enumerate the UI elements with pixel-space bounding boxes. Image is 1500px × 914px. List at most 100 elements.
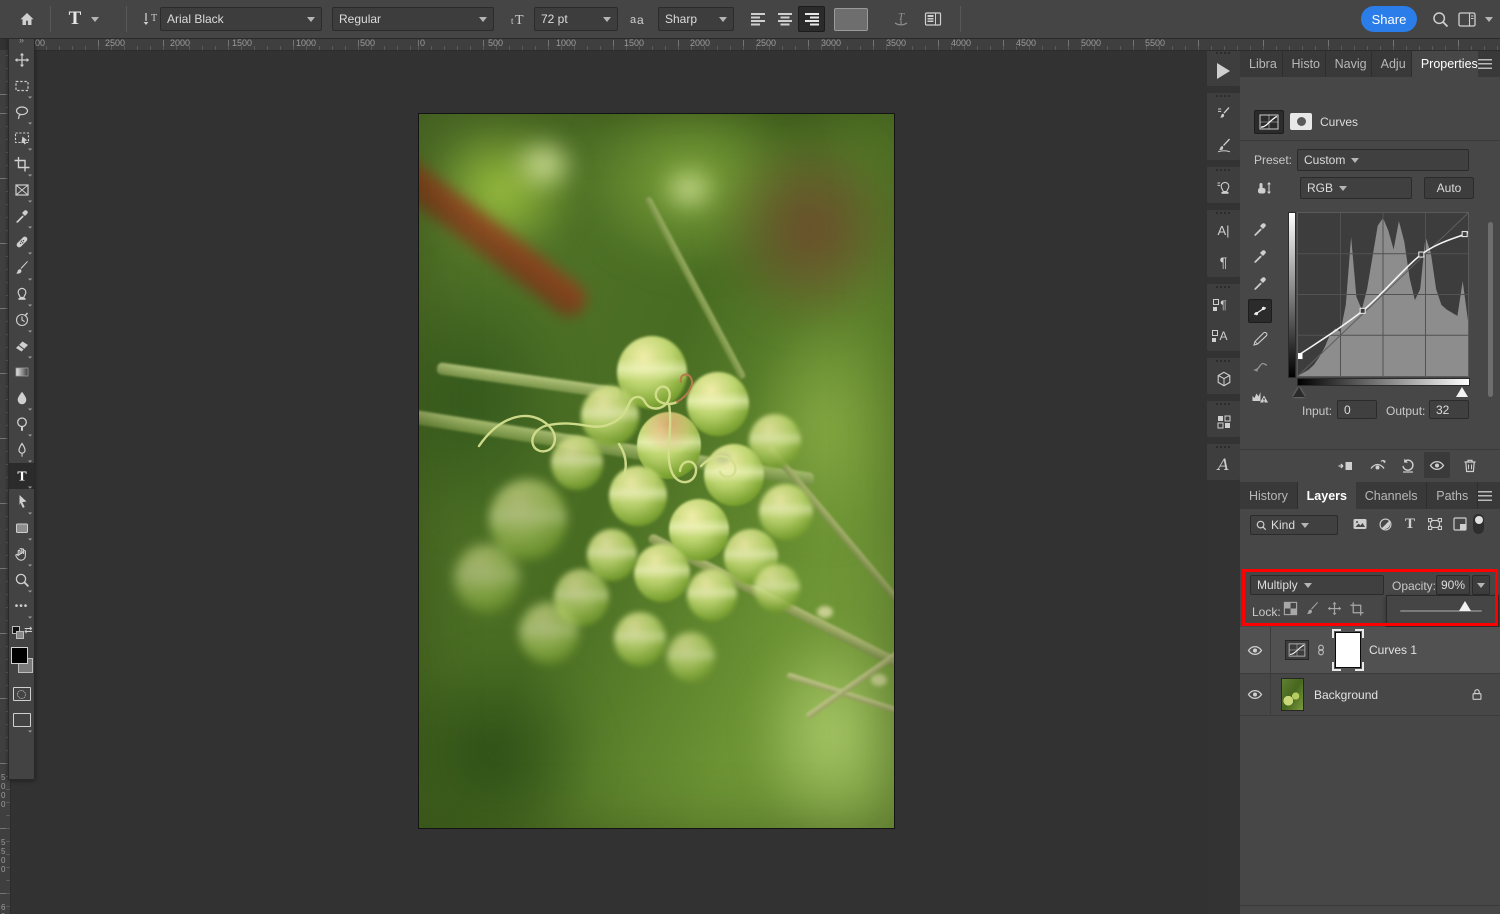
black-point-eyedropper-icon[interactable] (1248, 217, 1272, 241)
tool-more-options[interactable]: ••• (9, 593, 34, 619)
filter-shape-icon[interactable] (1425, 515, 1445, 533)
tab-navigator[interactable]: Navig (1326, 50, 1372, 77)
preset-select[interactable]: Custom (1297, 149, 1469, 171)
delete-adjustment-icon[interactable] (1458, 454, 1482, 478)
layer-mask-icon[interactable] (1290, 113, 1312, 130)
tool-pen[interactable] (9, 437, 34, 463)
tool-blur[interactable] (9, 385, 34, 411)
clone-source-panel-icon[interactable] (1207, 172, 1240, 203)
layer-row-curves[interactable]: Curves 1 (1240, 627, 1500, 674)
share-button[interactable]: Share (1361, 6, 1417, 32)
tab-history[interactable]: History (1240, 482, 1298, 509)
tool-quick-mask[interactable] (9, 681, 34, 707)
smooth-curve-icon[interactable] (1248, 355, 1272, 379)
filter-kind-select[interactable]: Kind (1250, 515, 1338, 535)
lock-transparency-icon[interactable] (1280, 599, 1300, 617)
visibility-eye-icon[interactable] (1424, 452, 1450, 478)
white-point-eyedropper-icon[interactable] (1248, 271, 1272, 295)
anti-alias-select[interactable]: Sharp (658, 7, 734, 31)
tab-properties[interactable]: Properties (1412, 50, 1478, 77)
layer-name[interactable]: Background (1314, 688, 1378, 702)
properties-scrollbar[interactable] (1488, 222, 1493, 397)
tool-object-selection[interactable] (9, 125, 34, 151)
tool-dodge[interactable] (9, 411, 34, 437)
lock-position-icon[interactable] (1324, 599, 1344, 617)
document-canvas[interactable] (418, 113, 895, 829)
tab-channels[interactable]: Channels (1356, 482, 1428, 509)
tool-brush[interactable] (9, 255, 34, 281)
tab-histogram[interactable]: Histo (1283, 50, 1326, 77)
3d-panel-icon[interactable] (1207, 363, 1240, 394)
tab-adjustments[interactable]: Adju (1372, 50, 1412, 77)
actions-panel-icon[interactable] (1207, 55, 1240, 86)
text-color-swatch[interactable] (834, 8, 868, 31)
filter-smart-object-icon[interactable] (1450, 515, 1470, 533)
filter-type-icon[interactable]: T (1400, 515, 1420, 533)
curves-layer-thumbnail[interactable] (1285, 640, 1309, 660)
draw-curve-pencil-icon[interactable] (1248, 327, 1272, 351)
tool-preset-chevron-icon[interactable] (88, 7, 102, 31)
input-field[interactable]: 0 (1337, 400, 1377, 419)
properties-panel-menu-icon[interactable] (1478, 50, 1500, 77)
glyphs-panel-icon[interactable]: A (1207, 449, 1240, 480)
reset-adjustment-icon[interactable] (1396, 454, 1420, 478)
opacity-slider-thumb[interactable] (1459, 601, 1471, 611)
black-input-slider[interactable] (1293, 387, 1305, 397)
tool-history-brush[interactable] (9, 307, 34, 333)
workspace-icon[interactable] (1455, 7, 1479, 31)
tool-spot-healing[interactable] (9, 229, 34, 255)
paragraph-styles-panel-icon[interactable]: ¶ (1207, 289, 1240, 320)
mask-link-icon[interactable] (1315, 642, 1327, 658)
character-panel-icon[interactable]: A| (1207, 215, 1240, 246)
clip-to-layer-icon[interactable] (1333, 454, 1357, 478)
white-input-slider[interactable] (1456, 387, 1468, 397)
home-icon[interactable] (14, 7, 40, 31)
brushes-panel-icon[interactable] (1207, 129, 1240, 160)
tool-type[interactable]: T (9, 463, 34, 489)
character-styles-panel-icon[interactable]: A (1207, 320, 1240, 351)
layer-name[interactable]: Curves 1 (1369, 643, 1417, 657)
paragraph-panel-icon[interactable]: ¶ (1207, 246, 1240, 277)
tool-clone-stamp[interactable] (9, 281, 34, 307)
tool-screen-mode[interactable] (9, 707, 34, 733)
align-center-button[interactable] (771, 6, 798, 32)
tool-zoom[interactable] (9, 567, 34, 593)
search-icon[interactable] (1428, 7, 1452, 31)
layer-visibility-eye-icon[interactable] (1240, 674, 1271, 715)
tab-layers[interactable]: Layers (1298, 482, 1356, 509)
layer-lock-icon[interactable] (1470, 687, 1484, 702)
brush-settings-panel-icon[interactable] (1207, 98, 1240, 129)
opacity-field[interactable]: 90% (1436, 575, 1470, 595)
font-size-select[interactable]: 72 pt (534, 7, 618, 31)
curves-graph[interactable] (1297, 212, 1469, 377)
lock-pixels-icon[interactable] (1302, 599, 1322, 617)
filter-toggle[interactable] (1473, 514, 1484, 534)
layer-mask-thumbnail[interactable] (1335, 632, 1361, 668)
tab-libraries[interactable]: Libra (1240, 50, 1283, 77)
opacity-dropdown-button[interactable] (1472, 575, 1490, 595)
background-layer-thumbnail[interactable] (1281, 678, 1304, 711)
align-right-button[interactable] (798, 6, 825, 32)
tool-frame[interactable] (9, 177, 34, 203)
output-field[interactable]: 32 (1429, 400, 1469, 419)
channel-select[interactable]: RGB (1300, 177, 1412, 199)
warp-text-icon[interactable]: T (888, 7, 914, 31)
tab-paths[interactable]: Paths (1427, 482, 1478, 509)
layer-visibility-eye-icon[interactable] (1240, 627, 1271, 673)
tool-crop[interactable] (9, 151, 34, 177)
lock-artboard-icon[interactable] (1346, 599, 1366, 617)
patterns-panel-icon[interactable] (1207, 406, 1240, 437)
layers-panel-menu-icon[interactable] (1478, 482, 1500, 509)
blend-mode-select[interactable]: Multiply (1250, 575, 1384, 595)
curves-adjustment-icon[interactable] (1254, 110, 1284, 134)
tool-foreground-background[interactable] (9, 645, 34, 681)
tool-hand[interactable] (9, 541, 34, 567)
gray-point-eyedropper-icon[interactable] (1248, 244, 1272, 268)
font-family-select[interactable]: Arial Black (160, 7, 322, 31)
histogram-warning-icon[interactable] (1248, 385, 1272, 409)
view-previous-state-icon[interactable] (1366, 454, 1390, 478)
layer-row-background[interactable]: Background (1240, 674, 1500, 716)
tool-rectangle[interactable] (9, 515, 34, 541)
tool-swap-colors[interactable]: ⇄ (9, 619, 34, 645)
tool-move[interactable] (9, 47, 34, 73)
